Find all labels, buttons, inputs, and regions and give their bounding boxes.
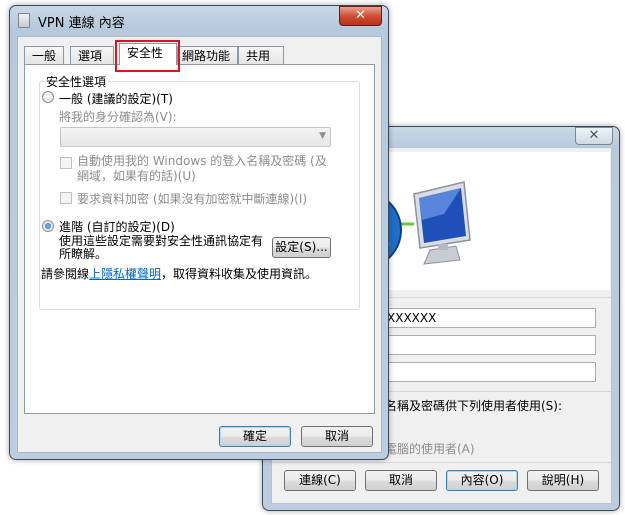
tab-options[interactable]: 選項 [70, 46, 114, 65]
vpn-properties-client: 一般 選項 安全性 網路功能 共用 安全性選項 一般 (建議的設定)(T) 將我… [17, 36, 382, 453]
right-computer-icon [413, 181, 471, 265]
typical-radio-label: 一般 (建議的設定)(T) [59, 92, 173, 106]
anyone-option-text: 電腦的使用者(A) [385, 442, 475, 456]
save-credentials-text: 名稱及密碼供下列使用者使用(S): [385, 399, 563, 413]
tab-general[interactable]: 一般 [24, 46, 64, 65]
properties-button[interactable]: 內容(O) [446, 470, 518, 491]
window-icon [18, 13, 30, 28]
settings-button[interactable]: 設定(S)... [272, 237, 331, 258]
require-encryption-checkbox[interactable] [60, 192, 72, 204]
advanced-radio[interactable] [42, 220, 54, 232]
close-button[interactable]: ✕ [575, 127, 613, 145]
username-value: XXXXXX [387, 311, 437, 325]
verify-identity-label: 將我的身分確認為(V): [59, 110, 177, 124]
verify-identity-dropdown[interactable]: ▼ [60, 127, 331, 147]
close-button[interactable]: ✕ [339, 6, 382, 26]
auto-logon-label: 自動使用我的 Windows 的登入名稱及密碼 (及網域，如果有的話)(U) [77, 154, 327, 183]
privacy-prefix: 請參閱線 [41, 267, 90, 281]
connect-button[interactable]: 連線(C) [284, 470, 356, 491]
cancel-button[interactable]: 取消 [365, 470, 437, 491]
tab-sharing[interactable]: 共用 [238, 46, 284, 65]
window-title: VPN 連線 內容 [38, 16, 125, 31]
require-encryption-label: 要求資料加密 (如果沒有加密就中斷連線)(I) [77, 192, 308, 206]
cancel-button[interactable]: 取消 [301, 426, 373, 447]
ok-button[interactable]: 確定 [219, 426, 291, 447]
security-tab-panel: 安全性選項 一般 (建議的設定)(T) 將我的身分確認為(V): ▼ 自動使用我… [24, 64, 375, 414]
highlight-box [115, 40, 180, 72]
tab-networking[interactable]: 網路功能 [177, 46, 238, 65]
chevron-down-icon: ▼ [319, 131, 326, 141]
privacy-suffix: ，取得資料收集及使用資訊。 [161, 267, 318, 281]
privacy-link[interactable]: 上隱私權聲明 [89, 267, 161, 281]
typical-radio[interactable] [42, 91, 54, 103]
help-button[interactable]: 說明(H) [527, 470, 599, 491]
security-options-label: 安全性選項 [44, 73, 109, 90]
advanced-radio-label: 進階 (自訂的設定)(D) [59, 220, 175, 234]
auto-logon-checkbox[interactable] [60, 157, 72, 169]
advanced-description: 使用這些設定需要對安全性通訊協定有所瞭解。 [59, 234, 264, 261]
vpn-properties-window: VPN 連線 內容 ✕ 一般 選項 安全性 網路功能 共用 安全性選項 一般 (… [9, 5, 389, 460]
privacy-statement: 請參閱線上隱私權聲明，取得資料收集及使用資訊。 [41, 265, 317, 282]
buttons-divider [272, 462, 611, 463]
